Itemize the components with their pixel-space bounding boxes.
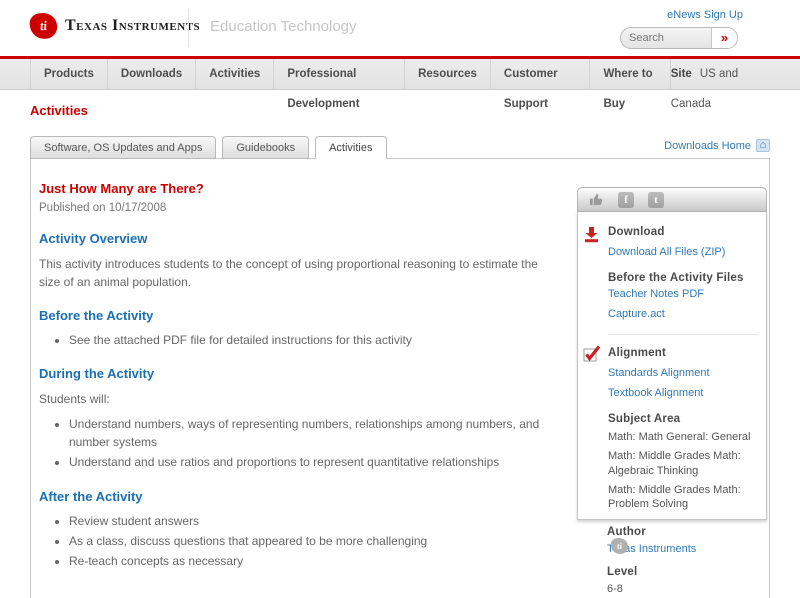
nav-item-resources[interactable]: Resources [404, 59, 490, 89]
header-divider [188, 9, 189, 47]
checkmark-icon [583, 345, 602, 366]
ti-logo-icon: ti [28, 11, 59, 41]
thumbs-up-icon [589, 193, 602, 206]
meta-heading-level: Level [607, 566, 638, 579]
article-title: Just How Many are There? [39, 181, 204, 196]
ti-logo-text: Texas Instruments [65, 17, 201, 34]
bullet-item: Understand numbers, ways of representing… [69, 416, 553, 451]
nav-item-downloads[interactable]: Downloads [106, 59, 195, 89]
twitter-icon[interactable]: t [648, 191, 664, 208]
section-paragraph: This activity introduces students to the… [39, 257, 538, 289]
site-label: Site [670, 68, 692, 80]
nav-item-products[interactable]: Products [30, 59, 107, 89]
download-box: Download Download All Files (ZIP) Before… [577, 212, 767, 521]
article: Just How Many are There? Published on 10… [31, 159, 577, 598]
bullet-list: Review student answers As a class, discus… [39, 513, 553, 571]
facebook-icon[interactable]: f [618, 191, 634, 208]
download-icon [583, 226, 600, 246]
social-bar: f t [577, 187, 767, 212]
capture-act-link[interactable]: Capture.act [608, 308, 758, 320]
subject-area-section: Subject Area Math: Math General: General… [608, 413, 758, 511]
content-area: Activities Software, OS Updates and Apps… [30, 103, 770, 598]
subject-area-item: Math: Math General: General [608, 431, 751, 443]
nav-item-where-to-buy[interactable]: Where to Buy [589, 59, 671, 110]
ti-logo[interactable]: ti Texas Instruments [28, 11, 201, 41]
textbook-alignment-link[interactable]: Textbook Alignment [608, 387, 758, 399]
meta-section-level: Level 6-8 [607, 566, 759, 595]
alignment-section: Alignment Standards Alignment Textbook A… [583, 334, 758, 399]
meta-section-author: Author ti Texas Instruments [607, 526, 759, 555]
tabs: Software, OS Updates and Apps Guidebooks A… [30, 136, 393, 159]
section-heading-activity-overview: Activity Overview [39, 231, 148, 246]
page: ti Texas Instruments Education Technolog… [0, 0, 800, 598]
nav-items: Products Downloads Activities Professional … [30, 59, 671, 110]
tab-software-os-updates-and-apps[interactable]: Software, OS Updates and Apps [30, 136, 217, 159]
enews-signup-link[interactable]: eNews Sign Up [667, 9, 743, 21]
like-button[interactable] [588, 192, 604, 208]
bullet-item: Understand and use ratios and proportion… [69, 454, 553, 471]
subject-area-item: Math: Middle Grades Math: Problem Solvin… [608, 483, 741, 511]
search-input[interactable] [621, 28, 711, 48]
meta-heading-author: Author [607, 526, 646, 539]
sidebar: f t Download Download All Files (ZIP) Be… [577, 187, 767, 598]
tab-activities[interactable]: Activities [315, 136, 387, 159]
subject-area-item: Math: Middle Grades Math: Algebraic Thin… [608, 450, 741, 477]
activity-files-heading: Before the Activity Files [608, 272, 744, 284]
meta-value: 6-8 [607, 583, 623, 596]
search-box: » [620, 27, 738, 49]
bullet-list: Understand numbers, ways of representing… [39, 416, 553, 471]
primary-nav: Products Downloads Activities Professional … [0, 59, 800, 110]
site-tagline: Education Technology [210, 18, 357, 35]
nav-item-professional-development[interactable]: Professional Development [273, 59, 404, 110]
home-icon: ⌂ [756, 139, 770, 152]
standards-alignment-link[interactable]: Standards Alignment [608, 367, 758, 379]
bullet-item: See the attached PDF file for detailed i… [69, 332, 553, 349]
sidebar-meta: AuthortiTexas InstrumentsLevel6-8Activit… [577, 520, 767, 598]
site-selector[interactable]: Site US and Canada [670, 59, 768, 110]
downloads-home-link[interactable]: Downloads Home ⌂ [664, 139, 770, 158]
tab-panel: Just How Many are There? Published on 10… [30, 158, 770, 598]
subject-area-heading: Subject Area [608, 413, 681, 425]
nav-item-customer-support[interactable]: Customer Support [489, 59, 590, 110]
bullet-item: As a class, discuss questions that appea… [69, 533, 553, 550]
search-submit-button[interactable]: » [711, 28, 737, 48]
download-section: Download Download All Files (ZIP) Before… [585, 226, 758, 320]
section-paragraph: Students will: [39, 392, 110, 407]
download-heading: Download [608, 226, 665, 238]
site-header: ti Texas Instruments Education Technolog… [0, 0, 800, 56]
tab-guidebooks[interactable]: Guidebooks [222, 136, 310, 159]
bullet-item: Re-teach concepts as necessary [69, 553, 553, 570]
bullet-item: Review student answers [69, 513, 553, 530]
subject-area-list: Math: Math General: General Math: Middle … [608, 430, 758, 511]
published-date: Published on 10/17/2008 [39, 202, 167, 214]
downloads-home-label: Downloads Home [664, 139, 751, 152]
download-all-link[interactable]: Download All Files (ZIP) [608, 246, 758, 258]
section-heading-during-the-activity: During the Activity [39, 366, 155, 382]
nav-item-activities[interactable]: Activities [195, 59, 273, 89]
page-title: Activities [30, 103, 88, 118]
tab-bar: Software, OS Updates and Apps Guidebooks A… [30, 133, 770, 159]
teacher-notes-link[interactable]: Teacher Notes PDF [608, 288, 758, 300]
section-heading-after-the-activity: After the Activity [39, 488, 143, 504]
meta-link-texas-instruments[interactable]: Texas Instruments [607, 543, 759, 555]
section-heading-before-the-activity: Before the Activity [39, 308, 154, 323]
bullet-list: See the attached PDF file for detailed i… [39, 332, 553, 349]
alignment-heading: Alignment [608, 347, 667, 359]
article-sections: Activity Overview This activity introduce… [39, 231, 553, 571]
